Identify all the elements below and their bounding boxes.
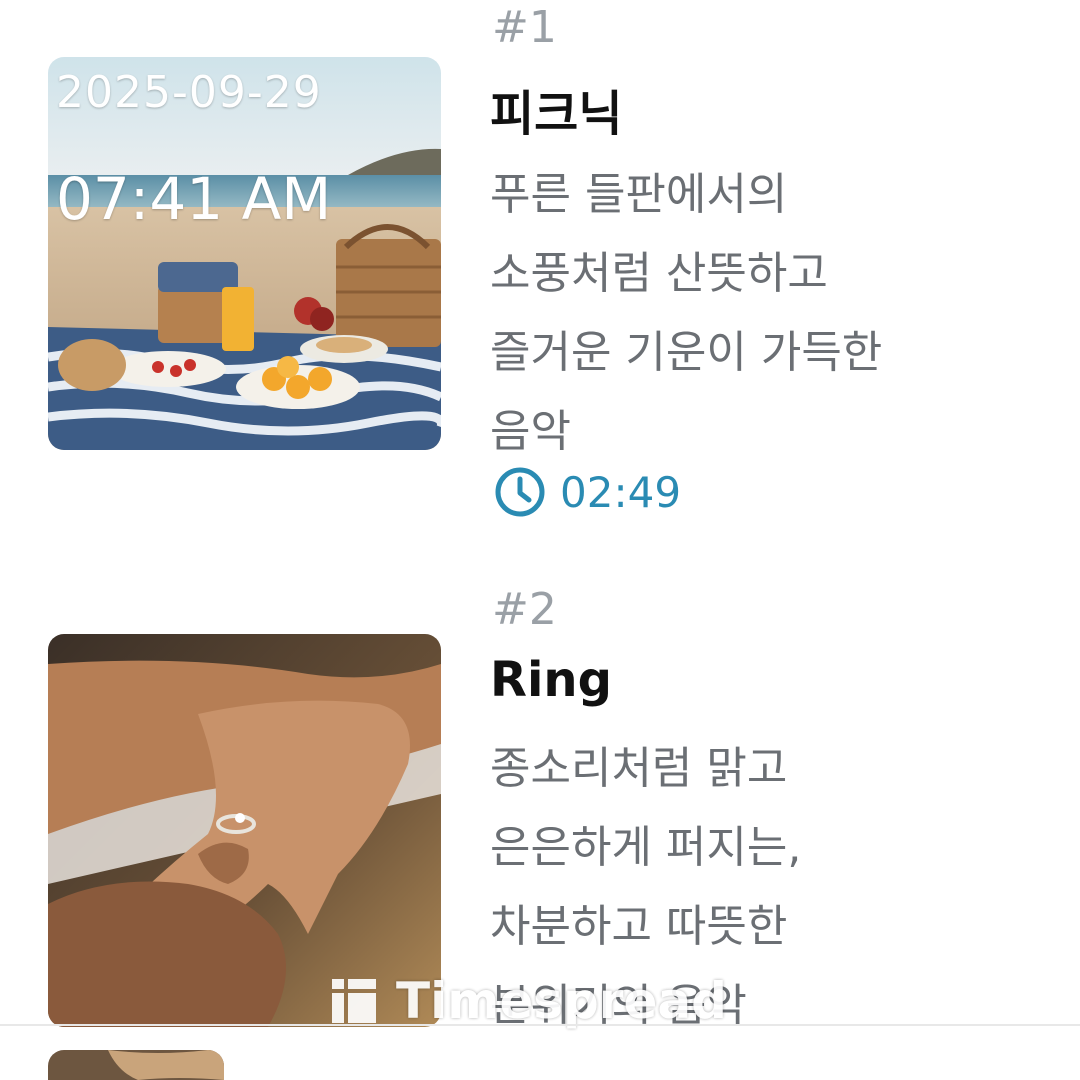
track-2-thumbnail[interactable]: [48, 634, 441, 1027]
track-3-thumbnail[interactable]: [48, 1050, 224, 1080]
track-2-description-line-2: 은은하게 퍼지는,: [490, 822, 802, 873]
track-3-image: [48, 1050, 224, 1080]
timespread-logo-icon: [332, 979, 376, 1023]
date-stamp: 2025-09-29: [56, 67, 322, 118]
track-2-description-line-1: 종소리처럼 맑고: [490, 743, 788, 794]
watermark-text: Timespread: [396, 972, 727, 1030]
track-1-description-line-3: 즐거운 기운이 가득한: [490, 327, 883, 378]
ring-hands-image: [48, 634, 441, 1027]
divider: [0, 1024, 1080, 1026]
track-1-thumbnail[interactable]: 2025-09-29 07:41 AM: [48, 57, 441, 450]
track-2-title[interactable]: Ring: [490, 652, 612, 708]
time-stamp: 07:41 AM: [56, 165, 332, 233]
track-1-rank: #1: [492, 2, 557, 53]
watermark: Timespread: [330, 972, 727, 1030]
track-2-rank: #2: [492, 584, 557, 635]
track-1-description-line-2: 소풍처럼 산뜻하고: [490, 248, 828, 299]
track-1-title[interactable]: 피크닉: [490, 74, 622, 144]
clock-icon: [495, 467, 545, 517]
track-list: 2025-09-29 07:41 AM #1 피크닉 푸른 들판에서의 소풍처럼…: [0, 0, 1080, 1080]
track-1-duration: 02:49: [494, 466, 681, 518]
track-1-description-line-4: 음악: [490, 406, 571, 457]
track-1-description-line-1: 푸른 들판에서의: [490, 169, 788, 220]
duration-text: 02:49: [560, 467, 682, 517]
track-2-description-line-3: 차분하고 따뜻한: [490, 901, 788, 952]
